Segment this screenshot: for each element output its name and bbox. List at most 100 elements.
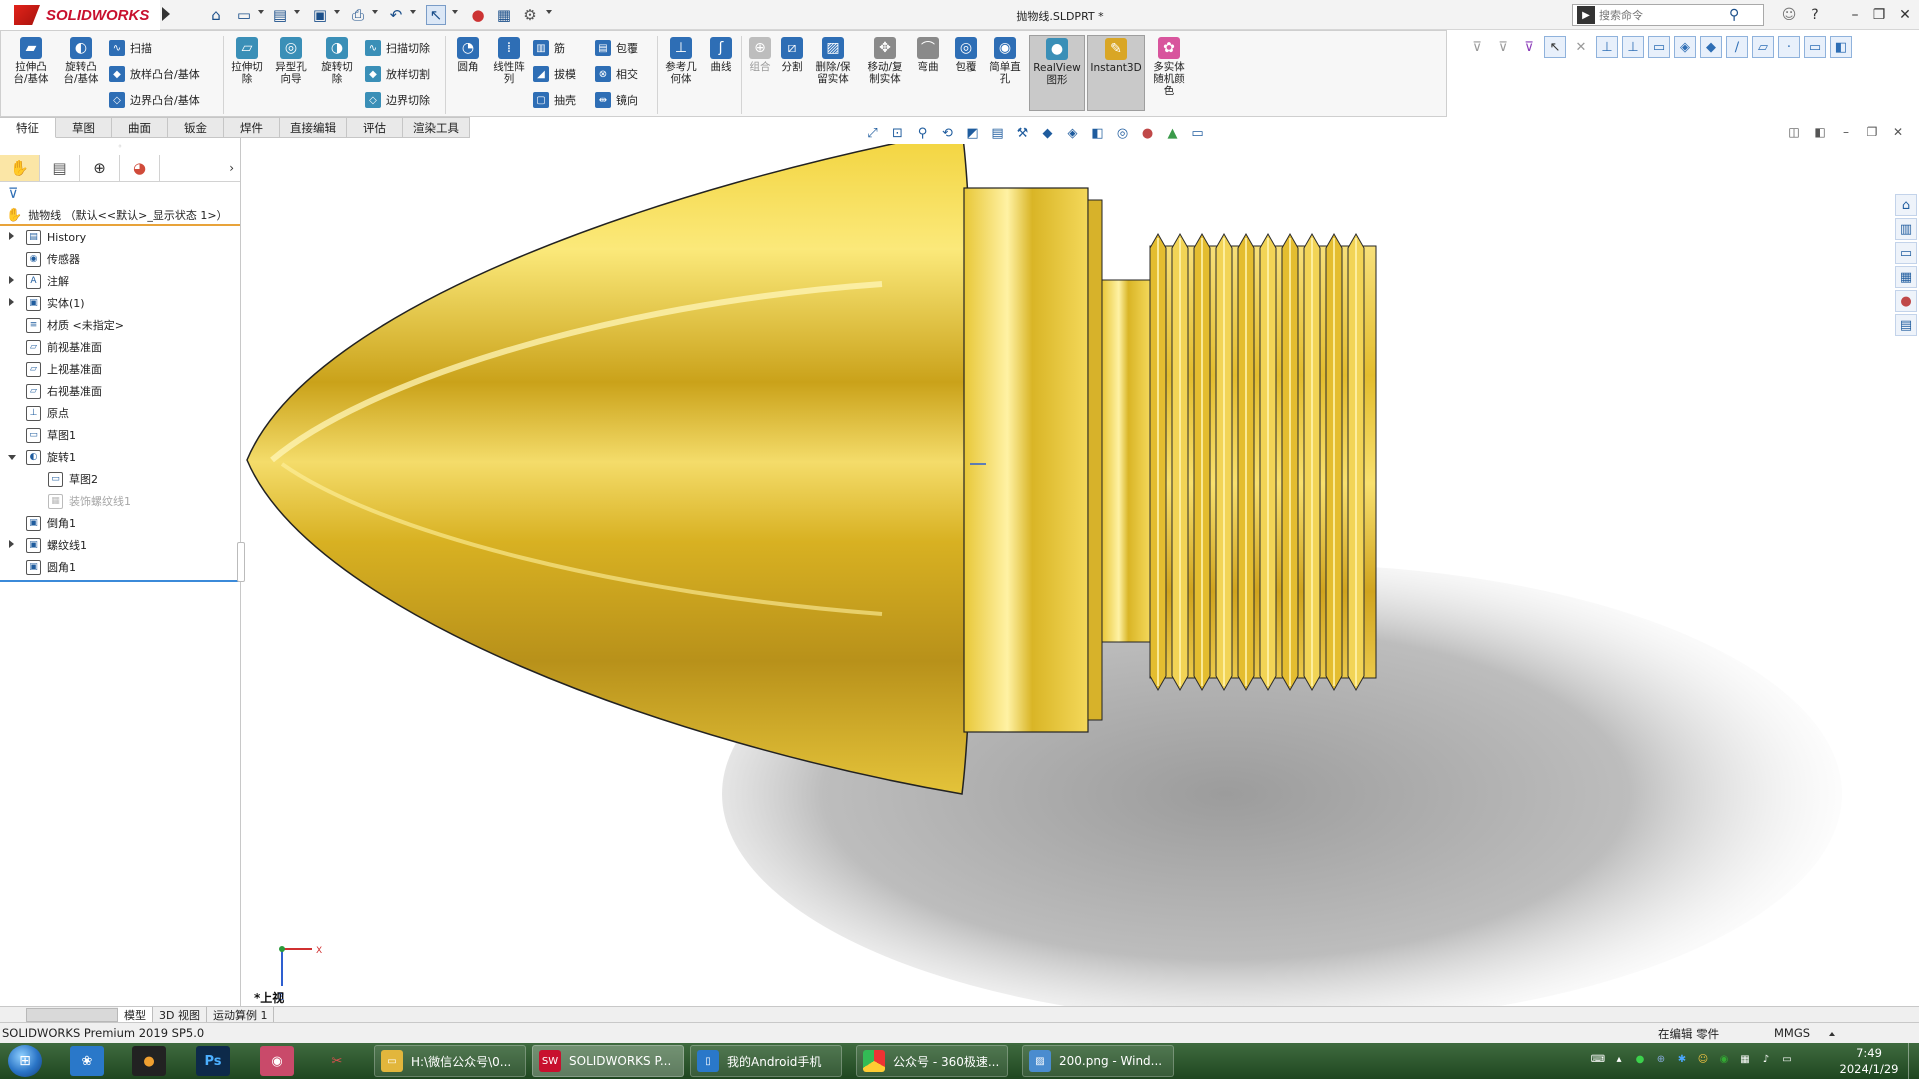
chevron-right-icon[interactable]: ›: [229, 161, 234, 175]
linear-pattern-button[interactable]: ⁞ 线性阵 列: [489, 37, 529, 85]
input-method-icon[interactable]: ▭: [1779, 1051, 1795, 1067]
taskbar-task-explorer[interactable]: ▭ H:\微信公众号\0...: [374, 1045, 526, 1077]
solidworks-logo[interactable]: SOLIDWORKS: [0, 0, 160, 30]
tab-sheet-metal[interactable]: 钣金: [168, 117, 224, 138]
feature-tree-item[interactable]: ▱ 上视基准面: [0, 358, 240, 380]
photoshop-icon[interactable]: Ps: [196, 1046, 230, 1076]
collapsed-arrow-icon[interactable]: [9, 298, 14, 306]
filter-vertices-icon[interactable]: ⊥: [1596, 36, 1618, 58]
tray-app-icon[interactable]: ⊕: [1653, 1051, 1669, 1067]
property-manager-tab-icon[interactable]: ▤: [40, 154, 80, 181]
options-gear-icon[interactable]: ⚙: [520, 5, 540, 25]
minimize-icon[interactable]: –: [1844, 5, 1866, 25]
viewport-minimize-icon[interactable]: –: [1838, 124, 1854, 140]
pinned-camera-app-icon[interactable]: ◉: [260, 1046, 294, 1076]
viewport-tile-icon[interactable]: ◧: [1812, 124, 1828, 140]
rotate-view-icon[interactable]: ⟲: [937, 123, 958, 144]
collapsed-arrow-icon[interactable]: [9, 276, 14, 284]
feature-tree-item[interactable]: ▣ 倒角1: [0, 512, 240, 534]
display-style-icon[interactable]: ◆: [1037, 123, 1058, 144]
tree-filter-icon[interactable]: ⊽: [0, 182, 240, 206]
new-dropdown-icon[interactable]: [258, 10, 264, 14]
tab-weldments[interactable]: 焊件: [224, 117, 280, 138]
tab-evaluate[interactable]: 评估: [347, 117, 403, 138]
shell-button[interactable]: ▢ 抽壳: [533, 89, 576, 111]
boundary-boss-button[interactable]: ◇ 边界凸台/基体: [109, 89, 200, 111]
save-dropdown-icon[interactable]: [334, 10, 340, 14]
cut-revolve-button[interactable]: ◑ 旋转切 除: [317, 37, 357, 85]
configuration-manager-tab-icon[interactable]: ⊕: [80, 154, 120, 181]
previous-view-icon[interactable]: ⚲: [912, 123, 933, 144]
zoom-to-area-icon[interactable]: ⊡: [887, 123, 908, 144]
swept-cut-button[interactable]: ∿ 扫描切除: [365, 37, 430, 59]
filter-bodies-icon[interactable]: ⊽: [1518, 36, 1540, 58]
collapsed-arrow-icon[interactable]: [9, 232, 14, 240]
search-commands-box[interactable]: ▶ ⚲: [1572, 4, 1764, 26]
feature-tree-item[interactable]: ▤ History: [0, 226, 240, 248]
collapsed-arrow-icon[interactable]: [9, 540, 14, 548]
magnifier-icon[interactable]: ⚲: [1729, 7, 1739, 23]
flex-button[interactable]: ⌒ 弯曲: [913, 37, 943, 73]
hole-wizard-button[interactable]: ◎ 异型孔 向导: [269, 37, 313, 85]
open-dropdown-icon[interactable]: [294, 10, 300, 14]
view-settings-icon[interactable]: ◎: [1112, 123, 1133, 144]
view-orientation-icon[interactable]: ⚒: [1012, 123, 1033, 144]
appearances-icon[interactable]: ●: [1895, 290, 1917, 312]
move-copy-body-button[interactable]: ✥ 移动/复 制实体: [863, 37, 907, 85]
select-dropdown-icon[interactable]: [452, 10, 458, 14]
menu-expand-arrow-icon[interactable]: [162, 7, 170, 21]
combine-button[interactable]: ⊕ 组合: [745, 37, 775, 73]
delete-keep-body-button[interactable]: ▨ 删除/保 留实体: [811, 37, 855, 85]
taskbar-clock[interactable]: 7:49 2024/1/29: [1834, 1045, 1904, 1077]
viewport-restore-icon[interactable]: ◫: [1786, 124, 1802, 140]
fillet-button[interactable]: ◔ 圆角: [451, 37, 485, 73]
filter-sketch-segments-icon[interactable]: ▭: [1804, 36, 1826, 58]
start-button-icon[interactable]: ⊞: [8, 1045, 42, 1077]
undo-icon[interactable]: ↶: [386, 5, 406, 25]
display-manager-tab-icon[interactable]: ◕: [120, 154, 160, 181]
wechat-icon[interactable]: ●: [1632, 1051, 1648, 1067]
tab-scroll-arrows[interactable]: [26, 1007, 118, 1022]
pinned-tool-icon[interactable]: ✂: [320, 1046, 354, 1076]
boundary-cut-button[interactable]: ◇ 边界切除: [365, 89, 430, 111]
taskbar-task-solidworks[interactable]: SW SOLIDWORKS P...: [532, 1045, 684, 1077]
feature-tree-item[interactable]: ⊥ 原点: [0, 402, 240, 424]
filter-midpoints-icon[interactable]: ◧: [1830, 36, 1852, 58]
select-other-icon[interactable]: ✕: [1570, 36, 1592, 58]
pinned-app-icon[interactable]: ❀: [70, 1046, 104, 1076]
home-icon[interactable]: ⌂: [206, 5, 226, 25]
graphics-area[interactable]: X Z: [242, 144, 1896, 1006]
custom-properties-icon[interactable]: ▤: [1895, 314, 1917, 336]
tab-3d-views[interactable]: 3D 视图: [153, 1006, 207, 1023]
apply-scene-icon[interactable]: ▲: [1162, 123, 1183, 144]
wrap-feature-button[interactable]: ◎ 包覆: [951, 37, 981, 73]
restore-icon[interactable]: ❐: [1868, 5, 1890, 25]
file-properties-icon[interactable]: ▦: [494, 5, 514, 25]
taskbar-task-photo-viewer[interactable]: ▨ 200.png - Wind...: [1022, 1045, 1174, 1077]
sweep-button[interactable]: ∿ 扫描: [109, 37, 152, 59]
feature-tree-item[interactable]: ▦ 装饰螺纹线1: [0, 490, 240, 512]
tree-root-part[interactable]: ✋ 抛物线 （默认<<默认>_显示状态 1>）: [0, 206, 240, 226]
open-folder-icon[interactable]: ▤: [270, 5, 290, 25]
tab-surfaces[interactable]: 曲面: [112, 117, 168, 138]
tray-expand-icon[interactable]: ▴: [1611, 1051, 1627, 1067]
rollback-bar[interactable]: [0, 580, 239, 582]
view-settings-monitor-icon[interactable]: ▭: [1187, 123, 1208, 144]
feature-tree-item[interactable]: ▱ 右视基准面: [0, 380, 240, 402]
design-library-icon[interactable]: ▥: [1895, 218, 1917, 240]
hide-show-items-icon[interactable]: ◈: [1062, 123, 1083, 144]
qq-icon[interactable]: ☺: [1695, 1051, 1711, 1067]
draft-button[interactable]: ◢ 拔模: [533, 63, 576, 85]
section-view-icon[interactable]: ◩: [962, 123, 983, 144]
view-palette-icon[interactable]: ▦: [1895, 266, 1917, 288]
keyboard-icon[interactable]: ⌨: [1590, 1051, 1606, 1067]
feature-tree-item[interactable]: ▣ 圆角1: [0, 556, 240, 578]
network-icon[interactable]: ▦: [1737, 1051, 1753, 1067]
dynamic-annotation-icon[interactable]: ▤: [987, 123, 1008, 144]
filter-solid-bodies-icon[interactable]: ◆: [1700, 36, 1722, 58]
bluetooth-icon[interactable]: ✱: [1674, 1051, 1690, 1067]
reference-geometry-button[interactable]: ⊥ 参考几 何体: [661, 37, 701, 85]
solidworks-resources-icon[interactable]: ⌂: [1895, 194, 1917, 216]
help-icon[interactable]: ?: [1804, 5, 1826, 25]
filter-icon[interactable]: ⊽: [1466, 36, 1488, 58]
